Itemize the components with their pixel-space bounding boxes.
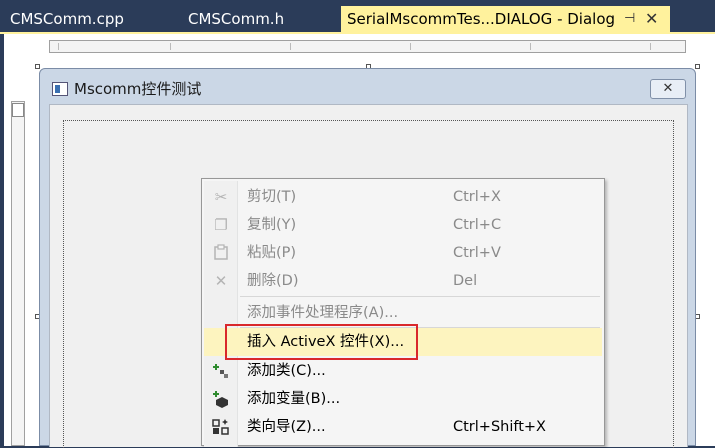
menu-item-delete[interactable]: ✕ 删除(D) Del — [204, 267, 602, 295]
paste-icon-shape — [214, 244, 228, 260]
pin-icon[interactable]: ⊣ — [624, 6, 635, 32]
horizontal-ruler[interactable] — [49, 40, 686, 53]
add-class-icon-shape — [213, 364, 228, 378]
resize-handle[interactable] — [695, 64, 700, 69]
tab-label: CMSComm.h — [188, 10, 285, 28]
class-wizard-icon — [212, 418, 230, 436]
menu-item-add-event-handler[interactable]: 添加事件处理程序(A)... — [204, 299, 602, 327]
menu-item-label: 粘贴(P) — [247, 245, 297, 261]
menu-separator — [240, 296, 600, 297]
menu-item-shortcut: Ctrl+V — [453, 245, 501, 261]
tab-label: SerialMscommTes...DIALOG - Dialog — [347, 10, 616, 28]
menu-item-paste[interactable]: 粘贴(P) Ctrl+V — [204, 239, 602, 267]
menu-item-label: 复制(Y) — [247, 217, 297, 233]
menu-item-add-class[interactable]: 添加类(C)... — [204, 357, 602, 385]
menu-item-shortcut: Ctrl+C — [453, 217, 502, 233]
delete-icon: ✕ — [214, 272, 228, 290]
ruler-tick — [650, 43, 651, 50]
close-icon: ✕ — [662, 81, 674, 96]
add-class-icon — [212, 362, 230, 380]
tab-label: CMSComm.cpp — [10, 10, 124, 28]
class-wizard-icon-shape — [212, 419, 229, 435]
add-variable-icon-shape — [213, 391, 228, 408]
scissors-icon: ✂ — [214, 188, 228, 206]
menu-item-cut[interactable]: ✂ 剪切(T) Ctrl+X — [204, 183, 602, 211]
menu-item-label: 添加变量(B)... — [247, 391, 341, 407]
document-tab-strip: CMSComm.cpp CMSComm.h SerialMscommTes...… — [0, 0, 715, 32]
dialog-app-icon — [52, 82, 68, 96]
menu-item-label: 添加事件处理程序(A)... — [247, 305, 399, 321]
ruler-guide-handle[interactable] — [12, 103, 24, 117]
ruler-tick — [58, 43, 59, 50]
menu-item-label: 类向导(Z)... — [247, 419, 326, 435]
vertical-ruler[interactable] — [11, 101, 25, 446]
resize-handle[interactable] — [35, 64, 40, 69]
tab-dialog-resource[interactable]: SerialMscommTes...DIALOG - Dialog ⊣ ✕ — [341, 6, 670, 32]
tab-cmscomm-cpp[interactable]: CMSComm.cpp — [0, 6, 180, 32]
menu-item-label: 删除(D) — [247, 273, 299, 289]
context-menu: ✂ 剪切(T) Ctrl+X ❐ 复制(Y) Ctrl+C 粘贴(P) Ctrl… — [201, 178, 605, 447]
tab-cmscomm-h[interactable]: CMSComm.h — [178, 6, 340, 32]
menu-item-shortcut: Ctrl+X — [453, 189, 501, 205]
ruler-tick — [410, 43, 411, 50]
menu-item-class-wizard[interactable]: 类向导(Z)... Ctrl+Shift+X — [204, 413, 602, 441]
ruler-tick — [530, 43, 531, 50]
dialog-close-button[interactable]: ✕ — [650, 79, 686, 99]
copy-icon: ❐ — [214, 216, 228, 234]
close-icon[interactable]: ✕ — [645, 6, 658, 32]
paste-icon — [212, 244, 230, 262]
annotation-highlight-box — [225, 324, 418, 360]
ruler-tick — [170, 43, 171, 50]
menu-item-copy[interactable]: ❐ 复制(Y) Ctrl+C — [204, 211, 602, 239]
menu-item-add-variable[interactable]: 添加变量(B)... — [204, 385, 602, 413]
menu-item-shortcut: Ctrl+Shift+X — [453, 419, 546, 435]
dialog-title: Mscomm控件测试 — [74, 80, 202, 98]
menu-item-shortcut: Del — [453, 273, 478, 289]
menu-item-label: 剪切(T) — [247, 189, 297, 205]
menu-item-label: 添加类(C)... — [247, 363, 326, 379]
add-variable-icon — [212, 390, 230, 408]
ruler-tick — [290, 43, 291, 50]
